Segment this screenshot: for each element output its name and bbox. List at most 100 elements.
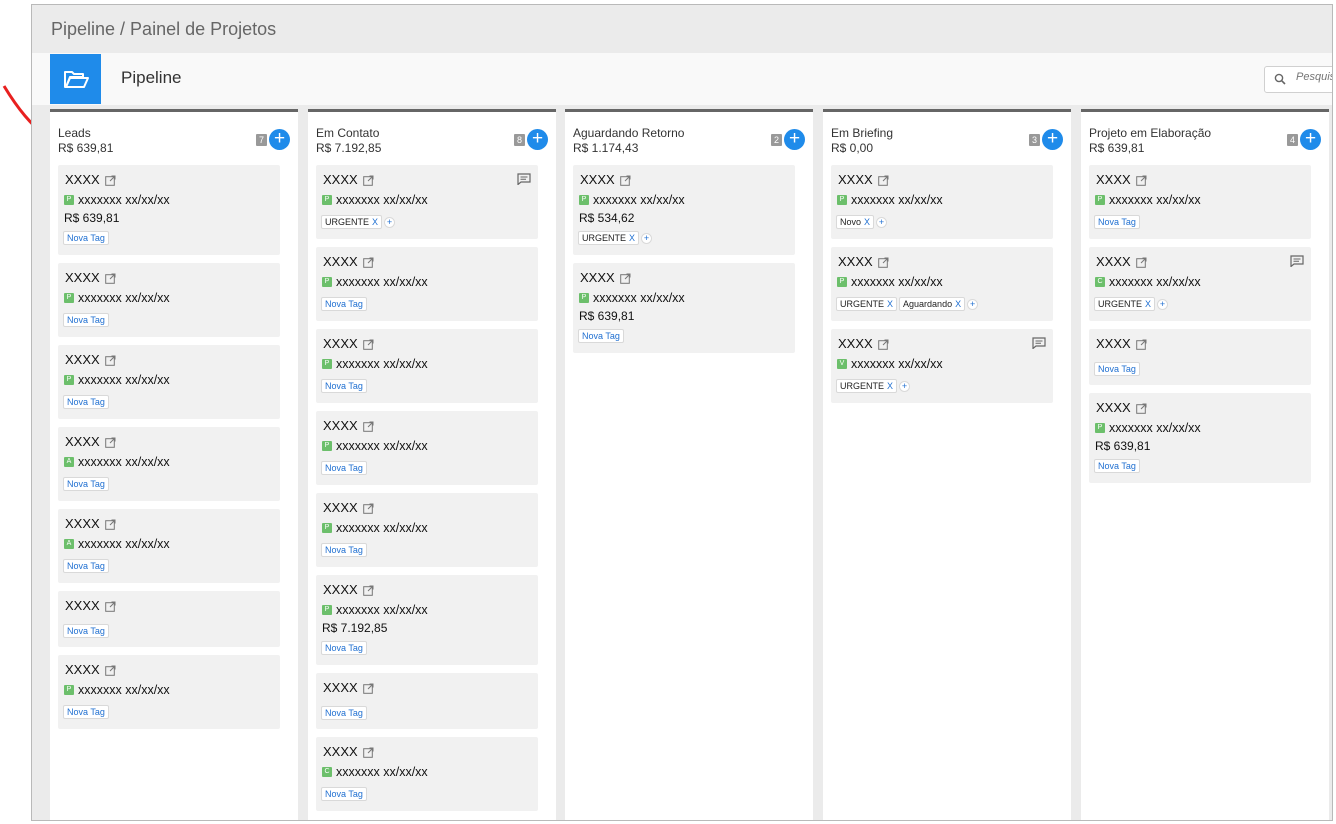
project-card[interactable]: XXXX Nova Tag xyxy=(58,591,280,647)
new-tag-button[interactable]: Nova Tag xyxy=(63,231,109,245)
external-link-icon[interactable] xyxy=(362,420,374,432)
search-input[interactable] xyxy=(1296,71,1332,83)
card-detail-text: xxxxxxx xx/xx/xx xyxy=(336,439,428,453)
card-detail-text: xxxxxxx xx/xx/xx xyxy=(336,193,428,207)
project-card[interactable]: XXXX Vxxxxxxx xx/xx/xx URGENTE X + xyxy=(831,329,1053,403)
add-tag-button[interactable]: + xyxy=(876,216,888,228)
external-link-icon[interactable] xyxy=(104,600,116,612)
external-link-icon[interactable] xyxy=(362,584,374,596)
project-card[interactable]: XXXX Pxxxxxxx xx/xx/xx URGENTE X Aguardando X… xyxy=(831,247,1053,321)
external-link-icon[interactable] xyxy=(362,338,374,350)
comment-icon[interactable] xyxy=(1290,254,1304,268)
project-card[interactable]: XXXX Cxxxxxxx xx/xx/xx URGENTE X + xyxy=(1089,247,1311,321)
project-card[interactable]: XXXX Pxxxxxxx xx/xx/xx URGENTE X + xyxy=(316,165,538,239)
project-card[interactable]: XXXX Pxxxxxxx xx/xx/xx Nova Tag xyxy=(316,493,538,567)
project-card[interactable]: XXXX Cxxxxxxx xx/xx/xx Nova Tag xyxy=(316,737,538,811)
project-card[interactable]: XXXX Pxxxxxxx xx/xx/xx Nova Tag xyxy=(58,655,280,729)
column-title: Em Contato xyxy=(316,126,380,140)
remove-tag-button[interactable]: X xyxy=(1145,299,1151,309)
external-link-icon[interactable] xyxy=(1135,174,1147,186)
remove-tag-button[interactable]: X xyxy=(629,233,635,243)
project-card[interactable]: XXXX Pxxxxxxx xx/xx/xx R$ 639,81 Nova Tag xyxy=(58,165,280,255)
new-tag-button[interactable]: Nova Tag xyxy=(63,313,109,327)
new-tag-button[interactable]: Nova Tag xyxy=(1094,459,1140,473)
external-link-icon[interactable] xyxy=(104,664,116,676)
add-tag-button[interactable]: + xyxy=(967,298,979,310)
external-link-icon[interactable] xyxy=(877,174,889,186)
external-link-icon[interactable] xyxy=(362,256,374,268)
external-link-icon[interactable] xyxy=(362,682,374,694)
add-tag-button[interactable]: + xyxy=(1157,298,1169,310)
remove-tag-button[interactable]: X xyxy=(372,217,378,227)
card-title: XXXX xyxy=(838,336,889,351)
new-tag-button[interactable]: Nova Tag xyxy=(321,297,367,311)
project-card[interactable]: XXXX Pxxxxxxx xx/xx/xx Nova Tag xyxy=(58,263,280,337)
new-tag-button[interactable]: Nova Tag xyxy=(63,624,109,638)
tag-chip: URGENTE X xyxy=(321,215,383,229)
project-card[interactable]: XXXX Pxxxxxxx xx/xx/xx R$ 639,81 Nova Tag xyxy=(573,263,795,353)
project-card[interactable]: XXXX Pxxxxxxx xx/xx/xx Nova Tag xyxy=(316,329,538,403)
external-link-icon[interactable] xyxy=(362,502,374,514)
add-card-button[interactable]: + xyxy=(784,129,805,150)
external-link-icon[interactable] xyxy=(877,256,889,268)
external-link-icon[interactable] xyxy=(104,436,116,448)
external-link-icon[interactable] xyxy=(104,174,116,186)
new-tag-button[interactable]: Nova Tag xyxy=(578,329,624,343)
new-tag-button[interactable]: Nova Tag xyxy=(321,787,367,801)
remove-tag-button[interactable]: X xyxy=(887,299,893,309)
external-link-icon[interactable] xyxy=(104,354,116,366)
external-link-icon[interactable] xyxy=(362,746,374,758)
comment-icon[interactable] xyxy=(517,172,531,186)
add-tag-button[interactable]: + xyxy=(384,216,396,228)
project-card[interactable]: XXXX Nova Tag xyxy=(1089,329,1311,385)
new-tag-button[interactable]: Nova Tag xyxy=(1094,215,1140,229)
new-tag-button[interactable]: Nova Tag xyxy=(321,641,367,655)
external-link-icon[interactable] xyxy=(1135,338,1147,350)
card-title-text: XXXX xyxy=(65,352,100,367)
project-card[interactable]: XXXX Pxxxxxxx xx/xx/xx Nova Tag xyxy=(1089,165,1311,239)
tag-list: Nova Tag xyxy=(63,705,109,719)
new-tag-button[interactable]: Nova Tag xyxy=(1094,362,1140,376)
project-card[interactable]: XXXX Pxxxxxxx xx/xx/xx Novo X + xyxy=(831,165,1053,239)
card-title: XXXX xyxy=(65,598,116,613)
search-box[interactable] xyxy=(1264,66,1332,93)
project-card[interactable]: XXXX Pxxxxxxx xx/xx/xx R$ 534,62 URGENTE X + xyxy=(573,165,795,255)
external-link-icon[interactable] xyxy=(104,272,116,284)
project-card[interactable]: XXXX Pxxxxxxx xx/xx/xx Nova Tag xyxy=(316,411,538,485)
external-link-icon[interactable] xyxy=(362,174,374,186)
project-card[interactable]: XXXX Pxxxxxxx xx/xx/xx Nova Tag xyxy=(58,345,280,419)
new-tag-button[interactable]: Nova Tag xyxy=(321,543,367,557)
remove-tag-button[interactable]: X xyxy=(864,217,870,227)
project-card[interactable]: XXXX Axxxxxxx xx/xx/xx Nova Tag xyxy=(58,427,280,501)
remove-tag-button[interactable]: X xyxy=(955,299,961,309)
external-link-icon[interactable] xyxy=(619,272,631,284)
new-tag-button[interactable]: Nova Tag xyxy=(63,705,109,719)
project-card[interactable]: XXXX Pxxxxxxx xx/xx/xx R$ 639,81 Nova Tag xyxy=(1089,393,1311,483)
project-card[interactable]: XXXX Nova Tag xyxy=(316,673,538,729)
new-tag-button[interactable]: Nova Tag xyxy=(321,706,367,720)
external-link-icon[interactable] xyxy=(104,518,116,530)
project-card[interactable]: XXXX Axxxxxxx xx/xx/xx Nova Tag xyxy=(58,509,280,583)
comment-icon[interactable] xyxy=(1032,336,1046,350)
external-link-icon[interactable] xyxy=(619,174,631,186)
new-tag-button[interactable]: Nova Tag xyxy=(63,559,109,573)
add-card-button[interactable]: + xyxy=(527,129,548,150)
tag-list: Nova Tag xyxy=(63,395,109,409)
remove-tag-button[interactable]: X xyxy=(887,381,893,391)
external-link-icon[interactable] xyxy=(877,338,889,350)
add-card-button[interactable]: + xyxy=(269,129,290,150)
new-tag-button[interactable]: Nova Tag xyxy=(321,461,367,475)
add-tag-button[interactable]: + xyxy=(899,380,911,392)
new-tag-button[interactable]: Nova Tag xyxy=(63,477,109,491)
project-card[interactable]: XXXX Pxxxxxxx xx/xx/xx Nova Tag xyxy=(316,247,538,321)
external-link-icon[interactable] xyxy=(1135,402,1147,414)
new-tag-button[interactable]: Nova Tag xyxy=(321,379,367,393)
project-card[interactable]: XXXX Pxxxxxxx xx/xx/xx R$ 7.192,85 Nova Tag xyxy=(316,575,538,665)
add-card-button[interactable]: + xyxy=(1042,129,1063,150)
folder-tile[interactable] xyxy=(50,54,101,104)
new-tag-button[interactable]: Nova Tag xyxy=(63,395,109,409)
external-link-icon[interactable] xyxy=(1135,256,1147,268)
card-title: XXXX xyxy=(580,172,631,187)
add-tag-button[interactable]: + xyxy=(641,232,653,244)
add-card-button[interactable]: + xyxy=(1300,129,1321,150)
